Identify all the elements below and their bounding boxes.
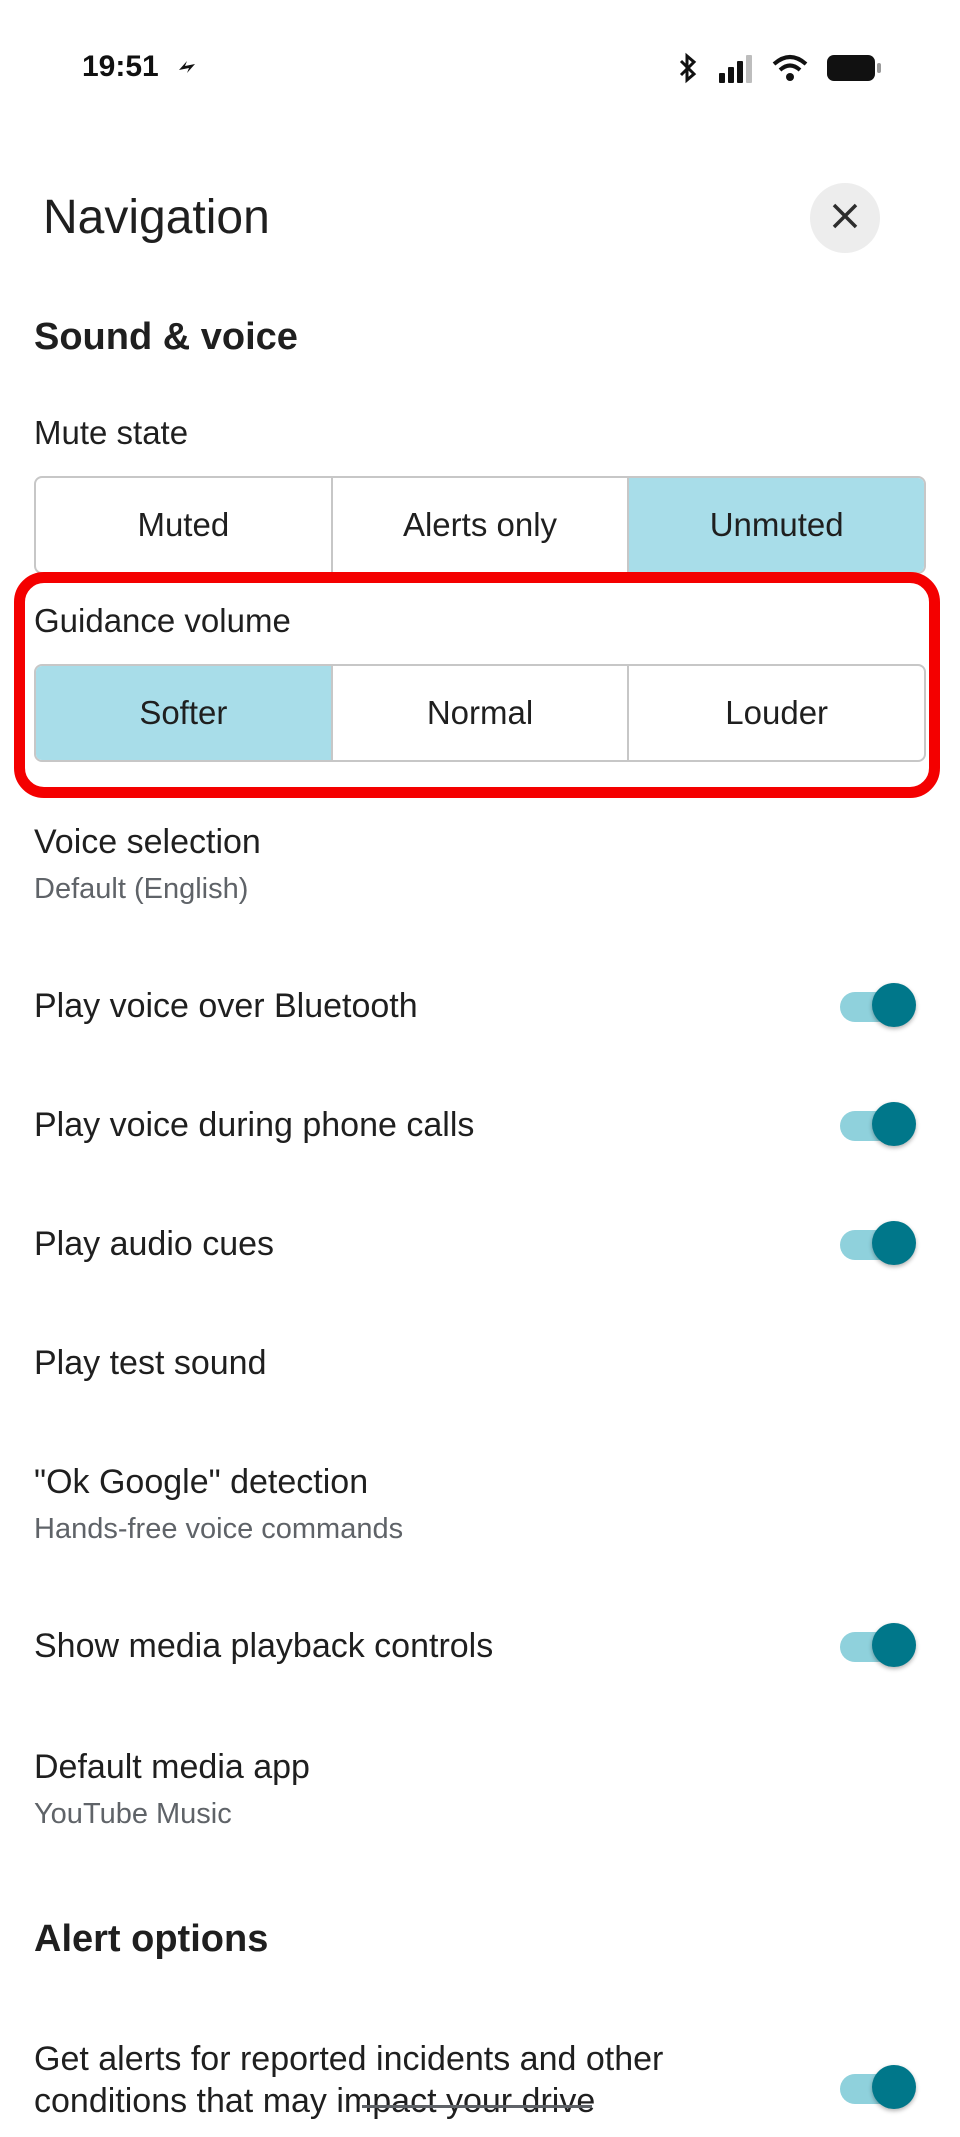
incident-alerts-title: Get alerts for reported incidents and ot…: [34, 2040, 664, 2120]
status-icons: [676, 52, 882, 89]
voice-selection-title: Voice selection: [34, 823, 261, 861]
mute-option-muted[interactable]: Muted: [36, 478, 333, 572]
play-test-sound-button[interactable]: Play test sound: [34, 1344, 266, 1383]
status-time: 19:51: [82, 50, 159, 83]
bluetooth-voice-toggle[interactable]: [840, 981, 916, 1031]
scroll-overlap-line: [362, 2105, 592, 2108]
section-title-alert-options: Alert options: [34, 1918, 269, 1960]
bluetooth-voice-title: Play voice over Bluetooth: [34, 987, 418, 1025]
close-button[interactable]: [810, 183, 880, 253]
page-title: Navigation: [43, 191, 270, 244]
mute-state-segmented-control: Muted Alerts only Unmuted: [34, 476, 926, 574]
mute-option-alerts-only[interactable]: Alerts only: [333, 478, 630, 572]
ok-google-subtitle: Hands-free voice commands: [34, 1513, 404, 1545]
default-media-title: Default media app: [34, 1748, 310, 1786]
toggle-thumb: [872, 1623, 916, 1667]
default-media-subtitle: YouTube Music: [34, 1798, 232, 1830]
ok-google-title: "Ok Google" detection: [34, 1463, 369, 1501]
phone-calls-voice-title: Play voice during phone calls: [34, 1106, 475, 1144]
mute-state-label: Mute state: [34, 414, 189, 451]
signal-sync-icon: [176, 56, 198, 83]
section-title-sound-voice: Sound & voice: [34, 316, 298, 358]
battery-icon: [826, 53, 882, 88]
voice-selection-subtitle: Default (English): [34, 873, 249, 905]
audio-cues-title: Play audio cues: [34, 1225, 275, 1263]
phone-calls-voice-toggle[interactable]: [840, 1100, 916, 1150]
toggle-thumb: [872, 1221, 916, 1265]
toggle-thumb: [872, 1102, 916, 1146]
highlight-annotation-box: [14, 572, 940, 798]
toggle-thumb: [872, 983, 916, 1027]
media-controls-title: Show media playback controls: [34, 1627, 494, 1665]
media-controls-toggle[interactable]: [840, 1621, 916, 1671]
close-icon: [830, 201, 860, 236]
audio-cues-toggle[interactable]: [840, 1219, 916, 1269]
cellular-signal-icon: [718, 53, 754, 88]
bluetooth-icon: [676, 52, 700, 89]
wifi-icon: [772, 53, 808, 88]
incident-alerts-toggle[interactable]: [840, 2063, 916, 2113]
toggle-thumb: [872, 2065, 916, 2109]
mute-option-unmuted[interactable]: Unmuted: [629, 478, 924, 572]
